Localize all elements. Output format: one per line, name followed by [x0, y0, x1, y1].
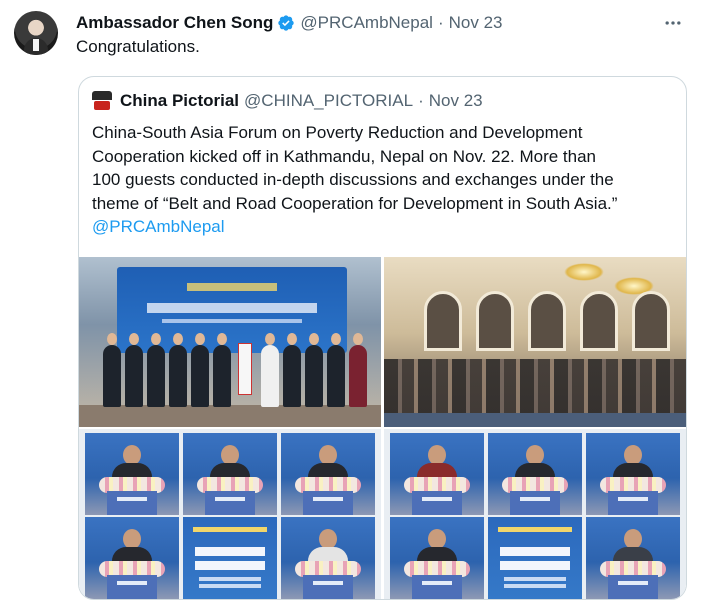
separator-dot: ·	[418, 91, 424, 110]
photo-forum-opening-ceremony[interactable]	[79, 257, 381, 427]
tweet-header: Ambassador Chen Song @PRCAmbNepal · Nov …	[76, 11, 503, 35]
author-avatar[interactable]	[14, 11, 58, 55]
separator-dot: ·	[437, 13, 444, 32]
quoted-text-line: 100 guests conducted in-depth discussion…	[92, 170, 614, 189]
author-handle[interactable]: @PRCAmbNepal	[300, 13, 433, 33]
quoted-tweet-text: China-South Asia Forum on Poverty Reduct…	[92, 121, 678, 239]
more-options-icon[interactable]	[663, 13, 683, 36]
photo-speakers-collage-right[interactable]	[384, 429, 686, 599]
tweet-timestamp[interactable]: Nov 23	[449, 13, 503, 33]
photo-grid	[79, 257, 686, 599]
china-pictorial-logo[interactable]	[92, 91, 112, 111]
verified-badge-icon	[278, 15, 295, 31]
quoted-text-line: Cooperation kicked off in Kathmandu, Nep…	[92, 146, 597, 166]
delegates-group	[93, 333, 368, 407]
quoted-author-handle[interactable]: @CHINA_PICTORIAL	[244, 91, 413, 111]
photo-speakers-collage-left[interactable]	[79, 429, 381, 599]
quoted-timestamp[interactable]: Nov 23	[429, 91, 483, 111]
mention-link[interactable]: @PRCAmbNepal	[92, 215, 678, 239]
tweet-text: Congratulations.	[76, 37, 200, 56]
quoted-tweet-header: China Pictorial @CHINA_PICTORIAL · Nov 2…	[120, 90, 483, 112]
more-horizontal-icon	[665, 21, 681, 25]
photo-forum-audience-hall[interactable]	[384, 257, 686, 427]
author-name[interactable]: Ambassador Chen Song	[76, 13, 273, 33]
quoted-text-line: China-South Asia Forum on Poverty Reduct…	[92, 123, 583, 142]
tweet[interactable]: Ambassador Chen Song @PRCAmbNepal · Nov …	[0, 0, 701, 607]
quoted-text-line: theme of “Belt and Road Cooperation for …	[92, 193, 618, 213]
quoted-tweet[interactable]: China Pictorial @CHINA_PICTORIAL · Nov 2…	[78, 76, 687, 600]
quoted-author-name[interactable]: China Pictorial	[120, 91, 239, 111]
